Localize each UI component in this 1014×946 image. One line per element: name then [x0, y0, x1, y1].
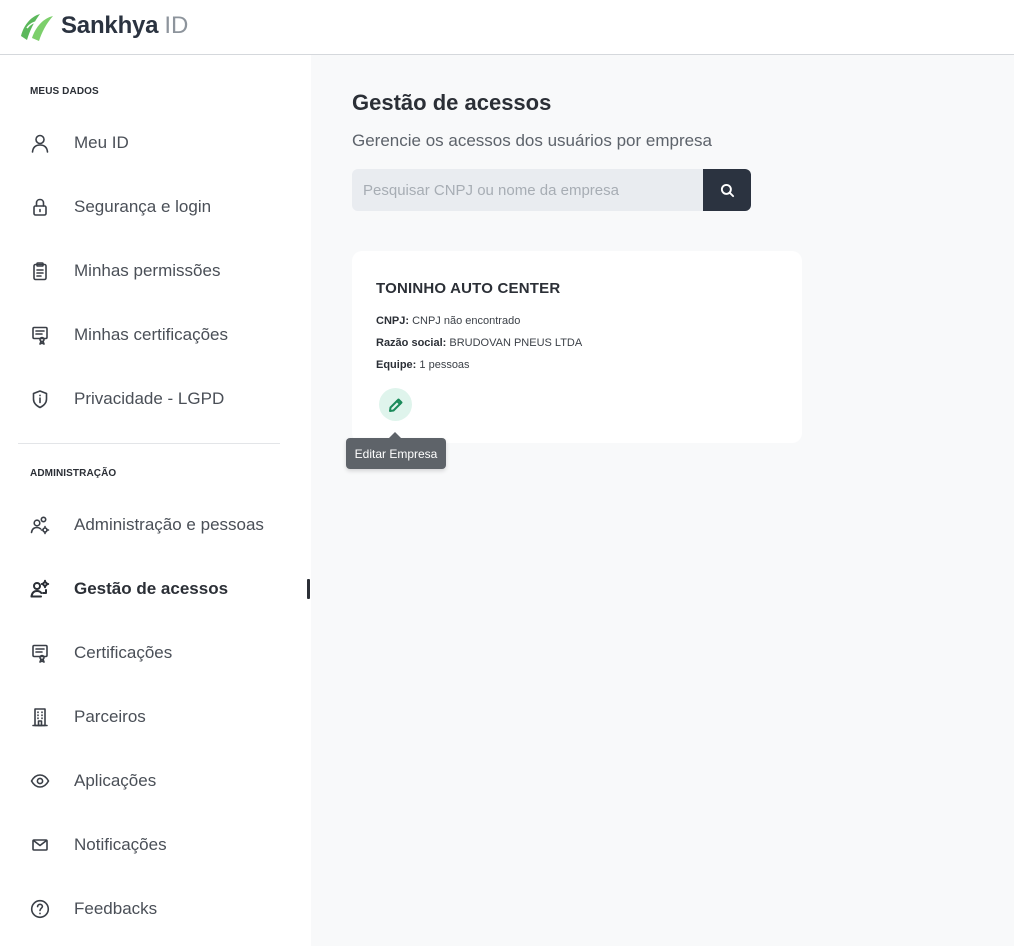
- company-card: TONINHO AUTO CENTER CNPJ: CNPJ não encon…: [352, 251, 802, 443]
- razao-value: BRUDOVAN PNEUS LTDA: [449, 337, 583, 349]
- sidebar-item-aplicacoes[interactable]: Aplicações: [18, 759, 298, 803]
- sidebar-item-label: Privacidade - LGPD: [74, 389, 225, 408]
- top-header: Sankhya ID: [0, 0, 1014, 55]
- sidebar-item-notificacoes[interactable]: Notificações: [18, 823, 298, 867]
- page-title: Gestão de acessos: [352, 90, 552, 115]
- edit-company-tooltip: Editar Empresa: [346, 432, 446, 469]
- clipboard-icon: [30, 261, 50, 281]
- company-cnpj: CNPJ: CNPJ não encontrado: [376, 315, 520, 327]
- sidebar-item-minhas-certificacoes[interactable]: Minhas certificações: [18, 313, 298, 357]
- sidebar-item-label: Minhas certificações: [74, 325, 229, 344]
- edit-company-button[interactable]: [379, 388, 412, 421]
- user-key-icon: [30, 579, 50, 599]
- user-icon: [30, 133, 50, 153]
- active-indicator: [307, 579, 310, 599]
- sidebar-divider: [18, 443, 280, 444]
- sidebar-item-label: Aplicações: [74, 771, 157, 790]
- sidebar-item-permissoes[interactable]: Minhas permissões: [18, 249, 298, 293]
- brand-logo[interactable]: Sankhya ID: [18, 9, 188, 43]
- brand-suffix: ID: [164, 12, 189, 39]
- cnpj-label: CNPJ:: [376, 315, 410, 327]
- sidebar-item-certificacoes[interactable]: Certificações: [18, 631, 298, 675]
- sidebar-item-label: Minhas permissões: [74, 261, 221, 280]
- section-title-personal: MEUS DADOS: [30, 86, 99, 97]
- sidebar-item-meu-id[interactable]: Meu ID: [18, 121, 298, 165]
- sidebar-item-label: Notificações: [74, 835, 167, 854]
- page-subtitle: Gerencie os acessos dos usuários por emp…: [352, 131, 713, 150]
- eye-icon: [30, 771, 50, 791]
- help-circle-icon: [30, 899, 50, 919]
- equipe-label: Equipe:: [376, 359, 417, 371]
- sidebar-item-label: Administração e pessoas: [74, 515, 264, 534]
- sidebar-item-label: Certificações: [74, 643, 173, 662]
- sidebar-item-administracao[interactable]: Administração e pessoas: [18, 503, 298, 547]
- cnpj-value: CNPJ não encontrado: [412, 315, 521, 327]
- building-icon: [30, 707, 50, 727]
- company-razao-social: Razão social: BRUDOVAN PNEUS LTDA: [376, 337, 582, 349]
- sidebar-item-parceiros[interactable]: Parceiros: [18, 695, 298, 739]
- company-name: TONINHO AUTO CENTER: [376, 280, 561, 297]
- razao-label: Razão social:: [376, 337, 447, 349]
- sankhya-logo-icon: [21, 14, 53, 41]
- section-title-admin: ADMINISTRAÇÃO: [30, 468, 117, 479]
- brand-name: Sankhya: [61, 12, 159, 39]
- pencil-icon: [388, 398, 402, 412]
- mail-icon: [30, 835, 50, 855]
- search-input[interactable]: [352, 169, 703, 211]
- sidebar-item-feedbacks[interactable]: Feedbacks: [18, 887, 298, 931]
- sidebar-item-gestao-acessos[interactable]: Gestão de acessos: [18, 567, 298, 611]
- search-button[interactable]: [703, 169, 751, 211]
- certificate-icon: [30, 325, 50, 345]
- lock-icon: [30, 197, 50, 217]
- search-icon: [720, 183, 734, 197]
- users-gear-icon: [30, 515, 50, 535]
- company-search: [352, 169, 751, 211]
- sidebar-item-seguranca[interactable]: Segurança e login: [18, 185, 298, 229]
- sidebar-item-label: Gestão de acessos: [74, 579, 229, 598]
- certificate-icon: [30, 643, 50, 663]
- equipe-value: 1 pessoas: [419, 359, 470, 371]
- sidebar-item-label: Segurança e login: [74, 197, 212, 216]
- sidebar-item-label: Feedbacks: [74, 899, 158, 918]
- sidebar-item-privacidade[interactable]: Privacidade - LGPD: [18, 377, 298, 421]
- sidebar-item-label: Meu ID: [74, 133, 129, 152]
- shield-info-icon: [30, 389, 50, 409]
- company-equipe: Equipe: 1 pessoas: [376, 359, 470, 371]
- sidebar-item-label: Parceiros: [74, 707, 146, 726]
